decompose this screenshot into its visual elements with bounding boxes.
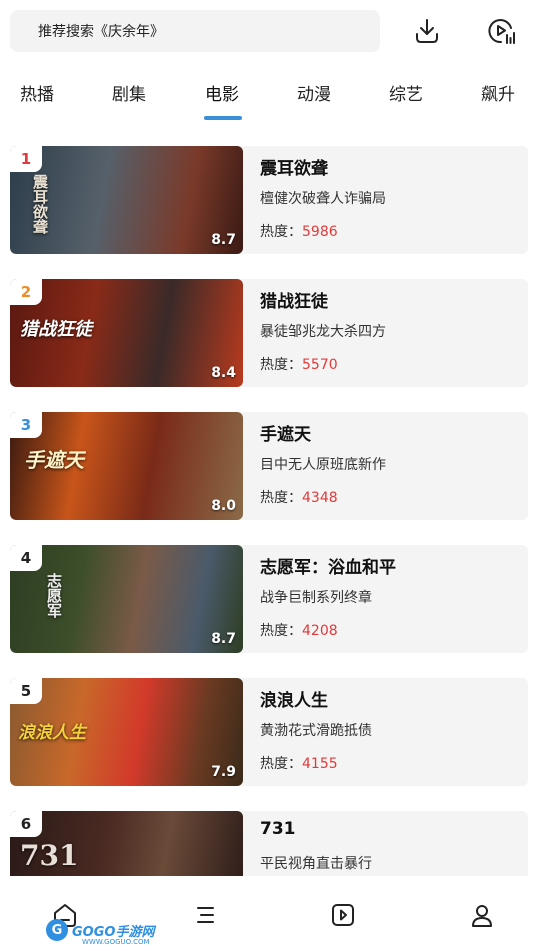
active-tab-indicator [204, 116, 242, 120]
heat-value: 4155 [302, 756, 338, 772]
score-label: 8.7 [211, 232, 236, 248]
score-label: 8.4 [211, 365, 236, 381]
heat-value: 4348 [302, 490, 338, 506]
category-tabs: 热播 剧集 电影 动漫 综艺 飙升 [0, 72, 546, 124]
list-item[interactable]: 浪浪人生 5 7.9 浪浪人生 黄渤花式滑跪抵债 热度：4155 [10, 678, 528, 786]
score-label: 7.9 [211, 764, 236, 780]
movie-title: 震耳欲聋 [260, 159, 328, 179]
heat-row: 热度：4208 [260, 623, 338, 639]
list-item[interactable]: 手遮天 3 8.0 手遮天 目中无人原班底新作 热度：4348 [10, 412, 528, 520]
search-placeholder: 推荐搜索《庆余年》 [38, 24, 164, 40]
poster-title-text: 浪浪人生 [18, 723, 86, 743]
movie-description: 檀健次破聋人诈骗局 [260, 191, 386, 207]
rank-badge: 3 [10, 412, 42, 438]
movie-description: 暴徒邹兆龙大杀四方 [260, 324, 386, 340]
heat-value: 5570 [302, 357, 338, 373]
rank-badge: 5 [10, 678, 42, 704]
heat-row: 热度：5570 [260, 357, 338, 373]
movie-description: 目中无人原班底新作 [260, 457, 386, 473]
movie-title: 猎战狂徒 [260, 292, 328, 312]
movie-description: 战争巨制系列终章 [260, 590, 372, 606]
list-item[interactable]: 震耳欲聋 1 8.7 震耳欲聋 檀健次破聋人诈骗局 热度：5986 [10, 146, 528, 254]
movie-title: 731 [260, 819, 296, 839]
poster-image: 手遮天 3 8.0 [10, 412, 243, 520]
poster-title-text: 猎战狂徒 [20, 319, 92, 340]
score-label: 8.7 [211, 631, 236, 647]
movie-title: 浪浪人生 [260, 691, 328, 711]
movie-title: 志愿军：浴血和平 [260, 558, 396, 578]
rank-badge: 6 [10, 811, 42, 837]
poster-image: 猎战狂徒 2 8.4 [10, 279, 243, 387]
tab-variety[interactable]: 综艺 [389, 80, 423, 105]
movie-description: 平民视角直击暴行 [260, 856, 372, 872]
heat-row: 热度：5986 [260, 224, 338, 240]
poster-image: 浪浪人生 5 7.9 [10, 678, 243, 786]
bottom-nav: G GOGO手游网 WWW.GOGUO.COM [0, 876, 546, 951]
movie-rank-list: 震耳欲聋 1 8.7 震耳欲聋 檀健次破聋人诈骗局 热度：5986 猎战狂徒 2… [0, 140, 546, 876]
poster-title-text: 震耳欲聋 [31, 174, 49, 234]
poster-title-text: 志愿军 [45, 573, 63, 618]
score-label: 8.0 [211, 498, 236, 514]
movie-title: 手遮天 [260, 425, 311, 445]
tab-hot[interactable]: 热播 [20, 80, 54, 105]
poster-title-text: 731 [20, 839, 79, 872]
rank-badge: 1 [10, 146, 42, 172]
heat-value: 5986 [302, 224, 338, 240]
watermark-logo: G GOGO手游网 WWW.GOGUO.COM [46, 916, 156, 946]
poster-image: 志愿军 4 8.7 [10, 545, 243, 653]
top-bar: 推荐搜索《庆余年》 [0, 0, 546, 64]
play-icon[interactable] [326, 898, 360, 932]
rank-badge: 2 [10, 279, 42, 305]
tab-movie[interactable]: 电影 [205, 80, 239, 105]
rank-badge: 4 [10, 545, 42, 571]
play-list-icon[interactable] [484, 14, 518, 48]
menu-icon[interactable] [188, 898, 222, 932]
poster-image: 震耳欲聋 1 8.7 [10, 146, 243, 254]
heat-value: 4208 [302, 623, 338, 639]
heat-row: 热度：4155 [260, 756, 338, 772]
list-item[interactable]: 志愿军 4 8.7 志愿军：浴血和平 战争巨制系列终章 热度：4208 [10, 545, 528, 653]
tab-rising[interactable]: 飙升 [481, 80, 515, 105]
tab-series[interactable]: 剧集 [112, 80, 146, 105]
movie-description: 黄渤花式滑跪抵债 [260, 723, 372, 739]
profile-icon[interactable] [465, 898, 499, 932]
download-icon[interactable] [410, 14, 444, 48]
poster-image: 731 6 [10, 811, 243, 876]
heat-row: 热度：4348 [260, 490, 338, 506]
tab-anime[interactable]: 动漫 [297, 80, 331, 105]
list-item[interactable]: 猎战狂徒 2 8.4 猎战狂徒 暴徒邹兆龙大杀四方 热度：5570 [10, 279, 528, 387]
poster-title-text: 手遮天 [24, 448, 84, 472]
search-bar[interactable]: 推荐搜索《庆余年》 [10, 10, 380, 52]
list-item[interactable]: 731 6 731 平民视角直击暴行 [10, 811, 528, 876]
